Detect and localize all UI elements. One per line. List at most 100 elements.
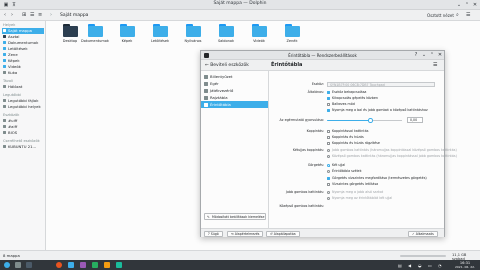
help-icon[interactable]: ? [413,52,419,58]
places-item-music[interactable]: Zene [2,52,44,58]
apply-button[interactable]: ✓ Alkalmazás [408,230,438,237]
checkbox[interactable] [327,142,331,146]
checkbox[interactable] [327,130,331,134]
checkbox[interactable] [327,91,331,95]
speed-slider-track[interactable] [372,120,402,122]
speed-spinbox[interactable]: 0,00 [407,117,423,123]
notifications-icon[interactable]: ◔ [438,263,442,268]
file-item[interactable]: Zenék [277,24,307,48]
places-item-documents[interactable]: Dokumentumok [2,40,44,46]
category-gamepad[interactable]: Játékvezérlő [201,87,268,94]
checkbox[interactable] [327,183,331,187]
tap-and-drag-checkbox[interactable]: Koppintás és húzás [327,135,364,140]
two-finger-press-radio[interactable]: Nyomja meg az érintőtáblát két ujjal [327,196,392,201]
tap-drag-lock-checkbox[interactable]: Koppintás és húzás rögzítése [327,141,380,146]
category-tablet[interactable]: Rajztábla [201,94,268,101]
places-item-desktop[interactable]: Asztal [2,34,44,40]
maximize-icon[interactable]: ⌃ [464,2,470,8]
network-icon[interactable]: ◒ [418,263,422,268]
enable-device-checkbox[interactable]: Eszköz bekapcsolása [327,90,366,95]
checkbox[interactable] [327,136,331,140]
speed-slider-handle[interactable] [368,118,373,123]
disable-while-typing-checkbox[interactable]: Kikapcsolás gépelés közben [327,96,378,101]
reset-button[interactable]: ↺ Alapállapotba [266,230,300,237]
disable-horizontal-scroll-checkbox[interactable]: Vízszintes görgetés letiltása [327,182,378,187]
file-item[interactable]: Sablonok [211,24,241,48]
forward-icon[interactable]: › [11,12,13,19]
two-finger-middle-click-radio[interactable]: Középső gombos kattintás (háromujjas kop… [327,154,457,159]
minimize-icon[interactable]: ⌄ [421,52,427,58]
search-icon[interactable]: ⌕ [456,12,459,19]
settings-task-icon[interactable] [26,262,32,268]
edge-scroll-radio[interactable]: Érintőtábla szélek [327,169,361,174]
file-item[interactable]: Képek [112,24,142,48]
radio[interactable] [327,164,331,168]
hamburger-menu-icon[interactable]: ☰ [433,62,437,69]
firefox-icon[interactable] [56,262,62,268]
places-item-downloads[interactable]: Letöltések [2,46,44,52]
places-item-network[interactable]: Hálózat [2,84,44,90]
compact-view-icon[interactable]: ☰ [30,12,34,19]
bottom-right-corner-radio[interactable]: Nyomja meg a jobb alsó sarkot [327,190,383,195]
places-item-pictures[interactable]: Képek [2,58,44,64]
places-item-recent-files[interactable]: Legutóbbi fájlok [2,98,44,104]
close-icon[interactable]: ✕ [472,2,478,8]
radio[interactable] [327,197,331,201]
two-finger-right-click-radio[interactable]: Jobb gombos kattintás (háromujjas koppin… [327,148,457,153]
clock[interactable]: 16:31 2021. 06. 22. [452,261,478,270]
checkbox[interactable] [327,97,331,101]
places-item-trash[interactable]: Kuka [2,70,44,76]
pager-icon[interactable] [15,262,21,268]
maximize-icon[interactable]: ⌃ [429,52,435,58]
places-item-device[interactable]: BIOS [2,130,44,136]
task-icon[interactable] [92,262,98,268]
radio[interactable] [327,155,331,159]
places-item-device[interactable]: #aiff [2,124,44,130]
zoom-slider[interactable] [400,255,446,257]
split-view-button[interactable]: Osztott nézet [427,12,454,19]
close-icon[interactable]: ✕ [437,52,443,58]
battery-icon[interactable]: ▭ [428,263,432,268]
radio[interactable] [327,191,331,195]
highlight-changed-button[interactable]: ✎ Módosított beállítások kiemelése [204,213,266,220]
application-launcher-icon[interactable] [4,262,10,268]
minimize-icon[interactable]: ⌄ [456,2,462,8]
checkbox[interactable] [327,109,331,113]
task-icon[interactable] [116,262,122,268]
category-touchpad[interactable]: Érintőtábla [201,101,268,108]
help-button[interactable]: ? Súgó [204,230,223,237]
back-icon[interactable]: ‹ [4,12,6,19]
dolphin-task-icon[interactable] [68,262,74,268]
file-item[interactable]: Letöltések [145,24,175,48]
middle-click-emulation-checkbox[interactable]: Nyomja meg a bal és jobb gombot a középs… [327,108,428,113]
tap-to-click-checkbox[interactable]: Koppintással kattintás [327,129,368,134]
places-item-home[interactable]: Saját mappa [2,28,44,34]
back-button[interactable]: ← Beviteli eszközök [205,62,249,69]
places-item-videos[interactable]: Videók [2,64,44,70]
category-keyboard[interactable]: Billentyűzet [201,73,268,80]
clipboard-icon[interactable]: ▤ [398,263,402,268]
device-select[interactable]: SYN1B7F:00 06CB:7DB7 Touchpad [327,82,435,87]
checkbox[interactable] [327,103,331,107]
checkbox[interactable] [327,177,331,181]
places-item-recent-locations[interactable]: Legutóbbi helyek [2,104,44,110]
file-item[interactable]: Videók [244,24,274,48]
task-icon[interactable] [104,262,110,268]
category-mouse[interactable]: Egér [201,80,268,87]
details-view-icon[interactable]: ≡ [38,12,42,19]
icon-view-icon[interactable]: ⊞ [22,12,26,19]
breadcrumb[interactable]: Saját mappa [60,12,88,19]
left-handed-checkbox[interactable]: Balkezes mód [327,102,355,107]
radio[interactable] [327,149,331,153]
natural-scroll-checkbox[interactable]: Görgetés vízszintes megfordítása (termés… [327,176,427,181]
discover-icon[interactable] [80,262,86,268]
places-item-device[interactable]: #uiff [2,118,44,124]
hamburger-menu-icon[interactable]: ☰ [466,12,470,19]
defaults-button[interactable]: ⟲ Alapértelmezés [227,230,264,237]
volume-icon[interactable]: ◀ [408,263,411,268]
file-item[interactable]: Nyilvános [178,24,208,48]
two-finger-scroll-radio[interactable]: Két ujjal [327,163,345,168]
places-item-removable[interactable]: KUBUNTU 21... [2,144,44,150]
file-item[interactable]: Dokumentumok [80,24,110,48]
radio[interactable] [327,170,331,174]
